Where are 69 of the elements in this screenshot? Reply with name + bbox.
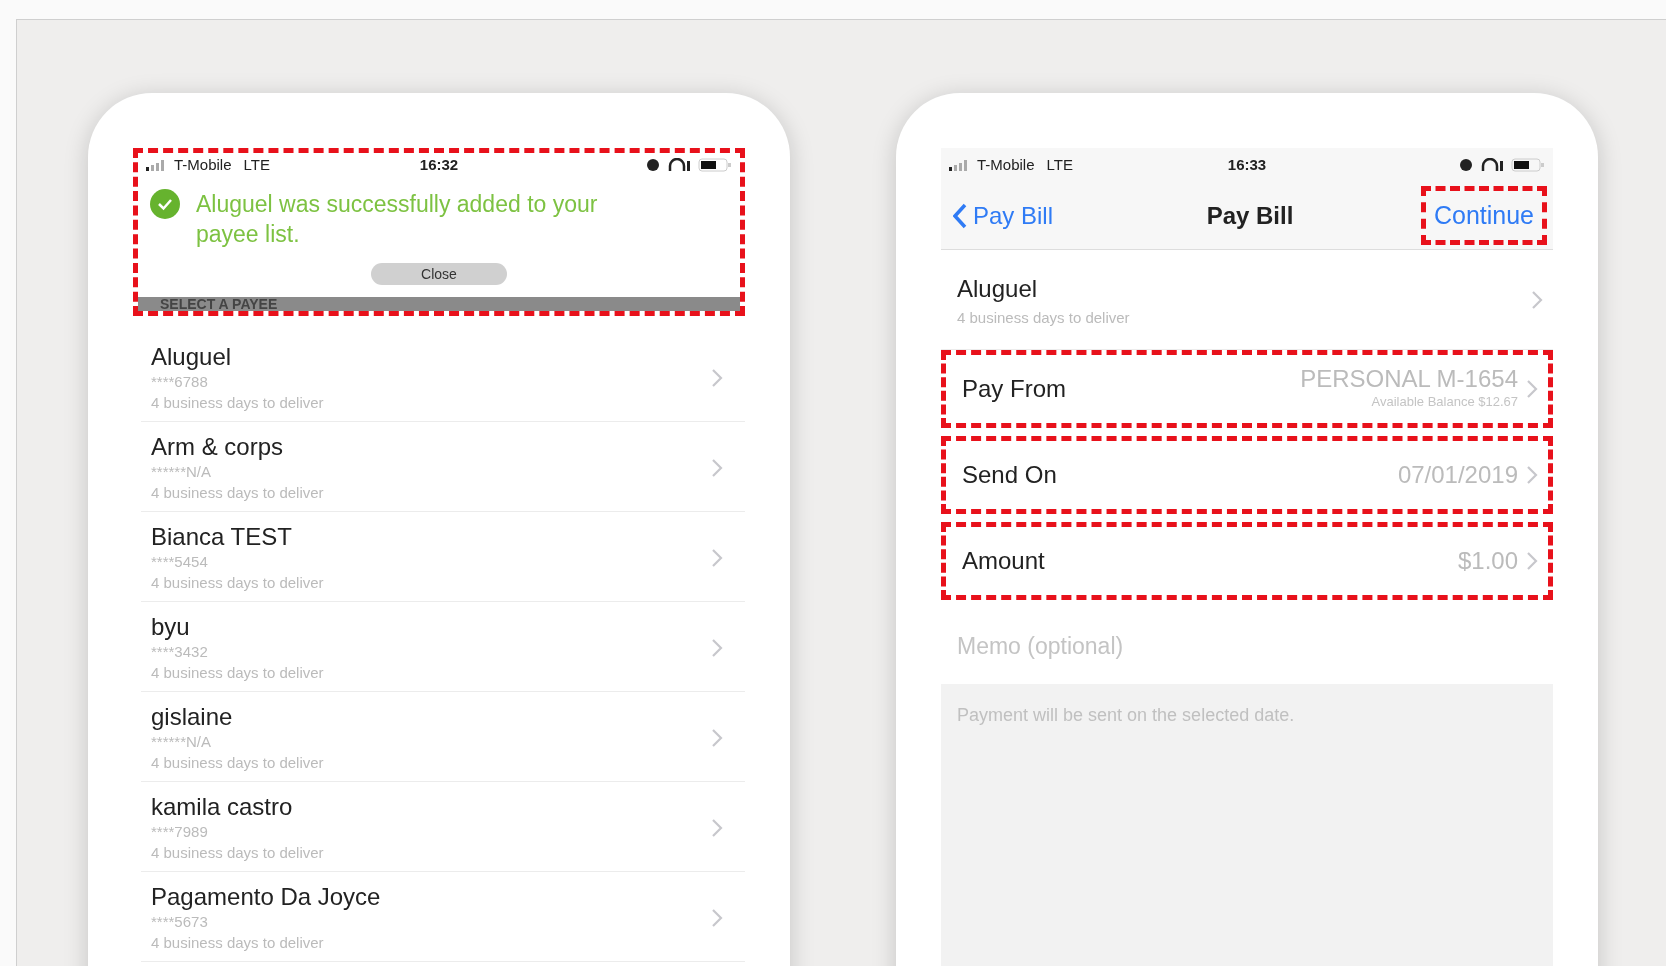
payee-row[interactable]: Bianca TEST ****5454 4 business days to deliver <box>141 512 745 602</box>
payee-name: kamila castro <box>151 792 294 821</box>
delivery-time: 4 business days to deliver <box>957 308 1131 328</box>
payee-row[interactable]: Aluguel ****6788 4 business days to deliver <box>141 332 745 422</box>
battery-icon <box>1511 158 1545 172</box>
account-number: ****7989 <box>151 822 209 842</box>
delivery-time: 4 business days to deliver <box>151 663 325 683</box>
back-chevron-icon <box>953 202 967 229</box>
delivery-time: 4 business days to deliver <box>151 753 325 773</box>
payee-name: Pagamento Da Joyce <box>151 882 382 911</box>
chevron-icon <box>1526 465 1538 485</box>
payee-row[interactable]: Pagamento Da Joyce ****5673 4 business days to deliver <box>141 872 745 962</box>
delivery-time: 4 business days to deliver <box>151 573 325 593</box>
battery-icon <box>698 158 732 172</box>
chevron-icon <box>711 457 723 478</box>
status-time: 16:33 <box>1226 154 1268 175</box>
back-link[interactable]: Pay Bill <box>953 197 1151 234</box>
account-number: ****3432 <box>151 642 209 662</box>
payee-name: Aluguel <box>151 342 233 371</box>
payee-row[interactable]: Arm & corps ******N/A 4 business days to deliver <box>141 422 745 512</box>
payee-name: Aluguel <box>957 274 1039 304</box>
account-number: ****5454 <box>151 552 209 572</box>
chevron-icon <box>711 637 723 658</box>
continue-button[interactable]: Continue <box>1420 185 1547 246</box>
headphones-icon <box>668 158 690 172</box>
chevron-icon <box>711 727 723 748</box>
chevron-icon <box>711 367 723 388</box>
chevron-icon <box>711 547 723 568</box>
balance-note: Available Balance $12.67 <box>1370 393 1518 412</box>
success-message: Aluguel was successfully added to your payee list. <box>196 190 599 249</box>
network-type: LTE <box>243 154 270 175</box>
delivery-time: 4 business days to deliver <box>151 843 325 863</box>
payee-row[interactable]: byu ****3432 4 business days to deliver <box>141 602 745 692</box>
chevron-icon <box>711 817 723 838</box>
chevron-icon <box>1526 551 1538 571</box>
field-value: $1.00 <box>1457 548 1518 574</box>
close-button[interactable]: Close <box>371 263 507 285</box>
delivery-time: 4 business days to deliver <box>151 933 325 953</box>
payee-row[interactable]: kamila castro ****7989 4 business days to deliver <box>141 782 745 872</box>
field-row[interactable]: Send On 07/01/2019 <box>941 436 1553 514</box>
field-value: 07/01/2019 <box>1397 462 1518 488</box>
chevron-icon <box>1526 379 1538 399</box>
headphones-icon <box>1481 158 1503 172</box>
account-number: ****5673 <box>151 912 209 932</box>
field-label: Send On <box>962 460 1058 490</box>
field-label: Amount <box>962 546 1046 576</box>
payee-name: Arm & corps <box>151 432 285 461</box>
field-row[interactable]: Amount $1.00 <box>941 522 1553 600</box>
field-row[interactable]: Pay From PERSONAL M-1654 Available Balance $12.67 <box>941 350 1553 428</box>
checkmark-icon <box>150 189 180 219</box>
network-type: LTE <box>1046 154 1073 175</box>
chevron-icon <box>1531 289 1543 310</box>
account-number: ******N/A <box>151 462 213 482</box>
field-label: Pay From <box>962 374 1067 404</box>
payee-row[interactable]: gislaine ******N/A 4 business days to deliver <box>141 692 745 782</box>
status-time: 16:32 <box>418 154 460 175</box>
payee-name: Bianca TEST <box>151 522 293 551</box>
delivery-time: 4 business days to deliver <box>151 393 325 413</box>
nav-title: Pay Bill <box>1205 200 1295 231</box>
payee-name: byu <box>151 612 191 641</box>
payee-name: gislaine <box>151 702 234 731</box>
section-header: SELECT A PAYEE <box>138 297 740 311</box>
account-number: ******N/A <box>151 732 213 752</box>
account-number: ****6788 <box>151 372 209 392</box>
carrier-name: T-Mobile <box>174 154 232 175</box>
carrier-name: T-Mobile <box>977 154 1035 175</box>
delivery-time: 4 business days to deliver <box>151 483 325 503</box>
chevron-icon <box>711 907 723 928</box>
field-value: PERSONAL M-1654 <box>1300 366 1518 393</box>
